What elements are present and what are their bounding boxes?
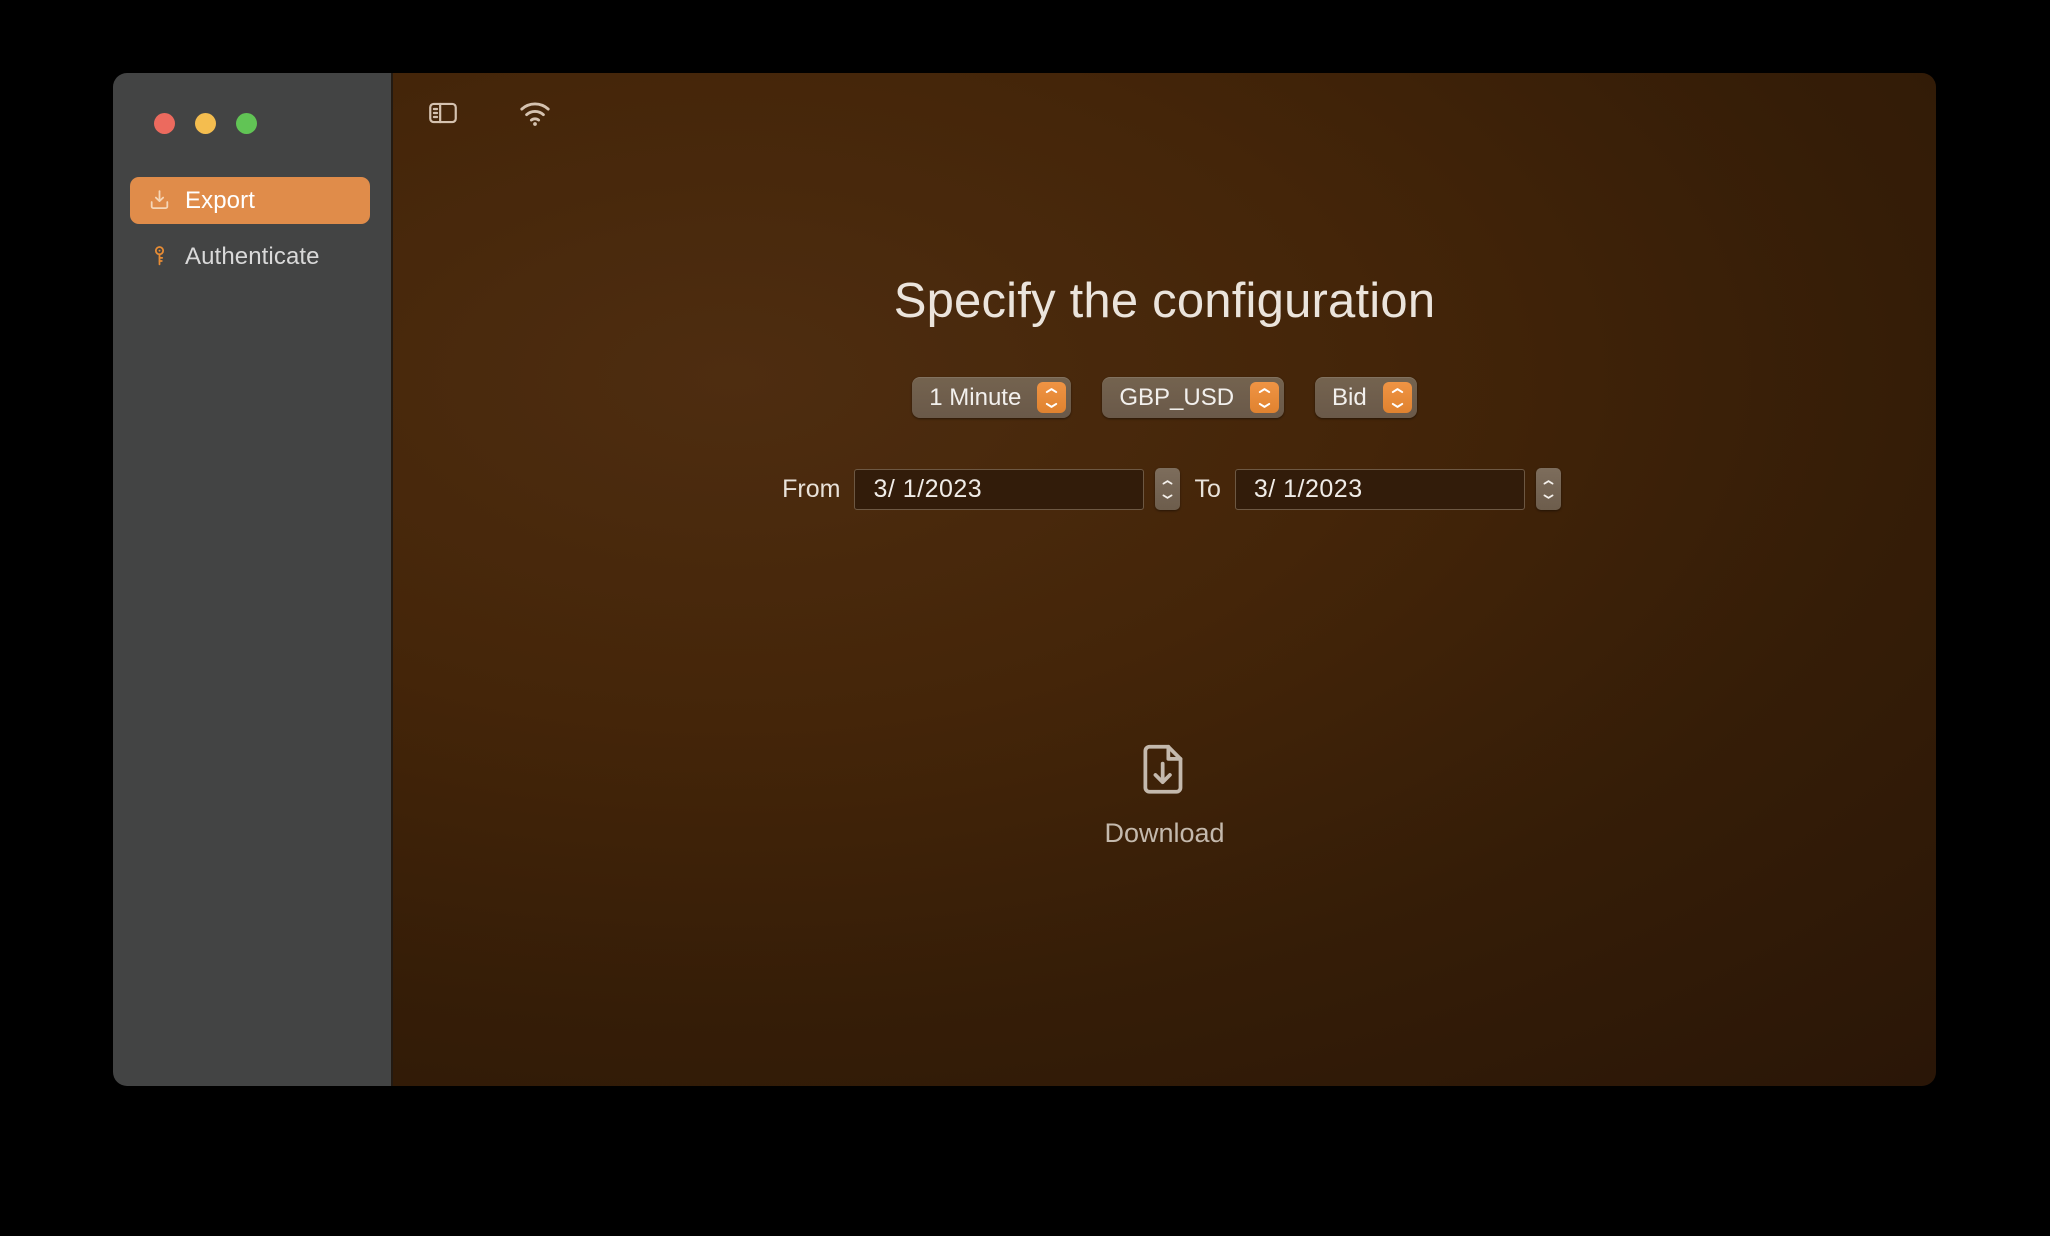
sidebar-toggle-button[interactable]	[422, 94, 464, 136]
price-type-popup-button[interactable]: Bid	[1315, 377, 1417, 418]
from-date-field[interactable]: 3/ 1/2023	[854, 468, 1145, 510]
wifi-icon	[517, 95, 553, 136]
to-label: To	[1194, 474, 1221, 503]
to-date-stepper[interactable]	[1535, 468, 1561, 510]
to-date-field[interactable]: 3/ 1/2023	[1234, 468, 1525, 510]
app-window: Export Authenticate Specify the configur…	[113, 73, 1936, 1086]
sidebar-item-list: Export Authenticate	[130, 177, 370, 289]
export-tray-icon	[144, 188, 174, 213]
interval-popup-value: 1 Minute	[929, 383, 1022, 411]
page-title: Specify the configuration	[893, 274, 1436, 328]
close-window-button[interactable]	[154, 113, 175, 134]
key-icon	[144, 244, 174, 269]
popup-button-row: 1 Minute GBP_USD Bid	[393, 377, 1936, 418]
maximize-window-button[interactable]	[236, 113, 257, 134]
wifi-status-button[interactable]	[514, 94, 556, 136]
toolbar	[393, 73, 1936, 157]
from-label: From	[782, 474, 841, 503]
price-type-popup-value: Bid	[1332, 383, 1367, 411]
sidebar-item-export[interactable]: Export	[130, 177, 370, 224]
chevron-updown-icon	[1382, 382, 1412, 413]
configuration-form: Specify the configuration 1 Minute GBP_U…	[393, 193, 1936, 510]
chevron-updown-icon	[1250, 382, 1280, 413]
sidebar-item-label: Export	[185, 186, 255, 214]
sidebar-toggle-icon	[426, 96, 460, 135]
document-download-icon	[1134, 738, 1196, 805]
date-range-row: From 3/ 1/2023 To 3/ 1/2023	[393, 468, 1936, 510]
sidebar-item-label: Authenticate	[185, 242, 320, 270]
chevron-updown-icon	[1037, 382, 1067, 413]
from-date-stepper[interactable]	[1155, 468, 1181, 510]
sidebar-item-authenticate[interactable]: Authenticate	[130, 233, 370, 280]
traffic-light-group	[154, 113, 257, 134]
sidebar: Export Authenticate	[113, 73, 393, 1086]
interval-popup-button[interactable]: 1 Minute	[912, 377, 1072, 418]
symbol-popup-value: GBP_USD	[1119, 383, 1235, 411]
symbol-popup-button[interactable]: GBP_USD	[1102, 377, 1285, 418]
minimize-window-button[interactable]	[195, 113, 216, 134]
content-pane: Specify the configuration 1 Minute GBP_U…	[393, 73, 1936, 1086]
download-button[interactable]: Download	[393, 738, 1936, 849]
download-label: Download	[1104, 818, 1225, 848]
